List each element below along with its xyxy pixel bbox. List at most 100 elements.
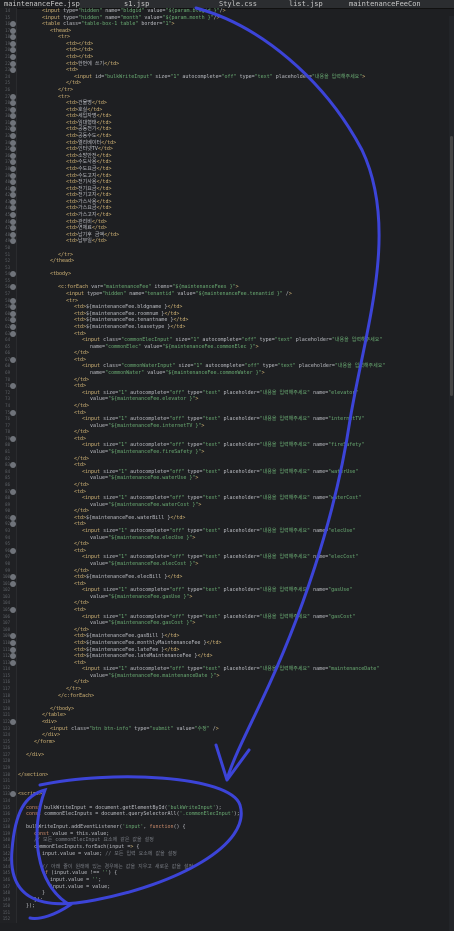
code-line[interactable]: <td>수도사용</td> [66,159,112,165]
code-line[interactable]: </c:forEach> [58,693,94,699]
fold-toggle-icon[interactable] [10,323,16,330]
code-line[interactable]: <td> [74,436,86,442]
code-line[interactable]: <td> [74,581,86,587]
code-line[interactable]: </td> [74,350,89,356]
code-line[interactable]: name="commonElec" value="${maintenanceFe… [90,344,259,350]
code-line[interactable]: <td> [74,383,86,389]
code-line[interactable]: } [42,890,45,896]
fold-toggle-icon[interactable] [10,547,16,554]
code-line[interactable]: <input size="1" autocomplete="off" type=… [82,469,358,475]
code-line[interactable]: input.value = value; // 모든 입력 요소에 값을 설정 [42,851,177,857]
code-line[interactable]: <input size="1" autocomplete="off" type=… [82,587,352,593]
code-line[interactable]: <td> [66,67,78,73]
fold-toggle-icon[interactable] [10,297,16,304]
code-line[interactable]: value="${maintenanceFee.gasCost }"> [90,620,195,626]
fold-toggle-icon[interactable] [10,126,16,133]
code-line[interactable]: </tr> [66,686,81,692]
code-line[interactable]: <td></td> [66,47,93,53]
code-line[interactable]: name="commonWater" value="${maintenanceF… [90,370,265,376]
code-line[interactable]: <input size="1" autocomplete="off" type=… [82,666,379,672]
code-line[interactable]: <td> [74,462,86,468]
fold-toggle-icon[interactable] [10,304,16,311]
code-line[interactable]: <thead> [50,28,71,34]
fold-toggle-icon[interactable] [10,185,16,192]
fold-toggle-icon[interactable] [10,310,16,317]
code-line[interactable]: input.value = ''; [50,877,101,883]
code-line[interactable]: <td>납부일</td> [66,238,107,244]
code-line[interactable]: <td>${maintenanceFee.elecBill }</td> [74,574,182,580]
code-line[interactable]: value="${maintenanceFee.fireSafety }"> [90,449,204,455]
code-line[interactable]: <td>${maintenanceFee.waterBill }</td> [74,515,185,521]
code-line[interactable]: </tbody> [50,706,74,712]
code-line[interactable]: <td>가스사용</td> [66,199,112,205]
code-line[interactable]: <td>${maintenanceFee.lateMaintenanceFee … [74,653,213,659]
code-line[interactable]: <td> [74,607,86,613]
fold-toggle-icon[interactable] [10,34,16,41]
code-line[interactable]: <td>공동수도</td> [66,133,112,139]
code-line[interactable]: <td>납기후 금액</td> [66,232,119,238]
fold-toggle-icon[interactable] [10,718,16,725]
code-line[interactable]: </table> [42,712,66,718]
code-line[interactable]: <td>공동전기</td> [66,126,112,132]
code-line[interactable]: }); [34,897,43,903]
fold-toggle-icon[interactable] [10,47,16,54]
fold-toggle-icon[interactable] [10,192,16,199]
code-line[interactable]: <td>수도요금</td> [66,166,112,172]
code-line[interactable]: <td>임대형태</td> [66,120,112,126]
code-line[interactable]: <td> [74,548,86,554]
fold-toggle-icon[interactable] [10,152,16,159]
code-line[interactable]: <td>인터넷TV</td> [66,146,113,152]
code-line[interactable]: <td>관리비</td> [66,219,107,225]
fold-toggle-icon[interactable] [10,284,16,291]
code-line[interactable]: <td>세입자명</td> [66,113,112,119]
code-line[interactable]: <td>${maintenanceFee.gasBill }</td> [74,633,179,639]
code-line[interactable]: <td>한번에 쓰기</td> [66,61,119,67]
fold-toggle-icon[interactable] [10,54,16,61]
code-line[interactable]: <td> [74,489,86,495]
code-line[interactable]: <td>가스요금</td> [66,205,112,211]
fold-toggle-icon[interactable] [10,225,16,232]
fold-toggle-icon[interactable] [10,179,16,186]
fold-toggle-icon[interactable] [10,633,16,640]
fold-toggle-icon[interactable] [10,172,16,179]
code-line[interactable]: <td>건물명</td> [66,100,107,106]
code-line[interactable]: <input type="hidden" name="bldgid" value… [42,8,226,14]
code-line[interactable]: <input id="bulkWriteInput" size="1" auto… [74,74,365,80]
code-line[interactable]: <tr> [58,94,70,100]
code-line[interactable]: <script> [18,791,42,797]
code-area[interactable]: <input type="hidden" name="bldgid" value… [18,8,454,923]
code-line[interactable]: const commonElecInputs = document.queryS… [26,811,240,817]
code-line[interactable]: <c:forEach var="maintenanceFee" items="$… [58,284,239,290]
code-line[interactable]: </section> [18,772,48,778]
code-line[interactable]: </td> [74,568,89,574]
code-line[interactable]: </td> [74,627,89,633]
fold-toggle-icon[interactable] [10,607,16,614]
code-line[interactable]: <tr> [66,298,78,304]
code-line[interactable]: <td>${maintenanceFee.roomnum }</td> [74,311,179,317]
fold-toggle-icon[interactable] [10,409,16,416]
code-line[interactable]: <td>가스고지</td> [66,212,112,218]
code-line[interactable]: </td> [74,482,89,488]
fold-toggle-icon[interactable] [10,60,16,67]
code-line[interactable]: value="${maintenanceFee.internetTV }"> [90,423,204,429]
code-line[interactable]: <td> [74,521,86,527]
code-line[interactable]: <input type="hidden" name="month" value=… [42,15,220,21]
fold-toggle-icon[interactable] [10,653,16,660]
fold-toggle-icon[interactable] [10,639,16,646]
code-line[interactable]: if (input.value !== '') { [42,870,117,876]
fold-toggle-icon[interactable] [10,100,16,107]
code-line[interactable]: const bulkWriteInput = document.getEleme… [26,805,222,811]
fold-toggle-icon[interactable] [10,488,16,495]
code-line[interactable]: value="${maintenanceFee.elecUse }"> [90,535,195,541]
code-line[interactable]: <td>${maintenanceFee.monthlyMaintenanceF… [74,640,222,646]
fold-toggle-icon[interactable] [10,205,16,212]
code-line[interactable]: </td> [74,377,89,383]
code-line[interactable]: <td> [74,331,86,337]
code-line[interactable]: bulkWriteInput.addEventListener('input',… [26,824,186,830]
code-line[interactable]: </td> [74,679,89,685]
fold-toggle-icon[interactable] [10,146,16,153]
fold-toggle-icon[interactable] [10,27,16,34]
code-line[interactable]: commonElecInputs.forEach(input => { [34,844,139,850]
code-line[interactable]: <td></td> [66,41,93,47]
fold-toggle-icon[interactable] [10,119,16,126]
